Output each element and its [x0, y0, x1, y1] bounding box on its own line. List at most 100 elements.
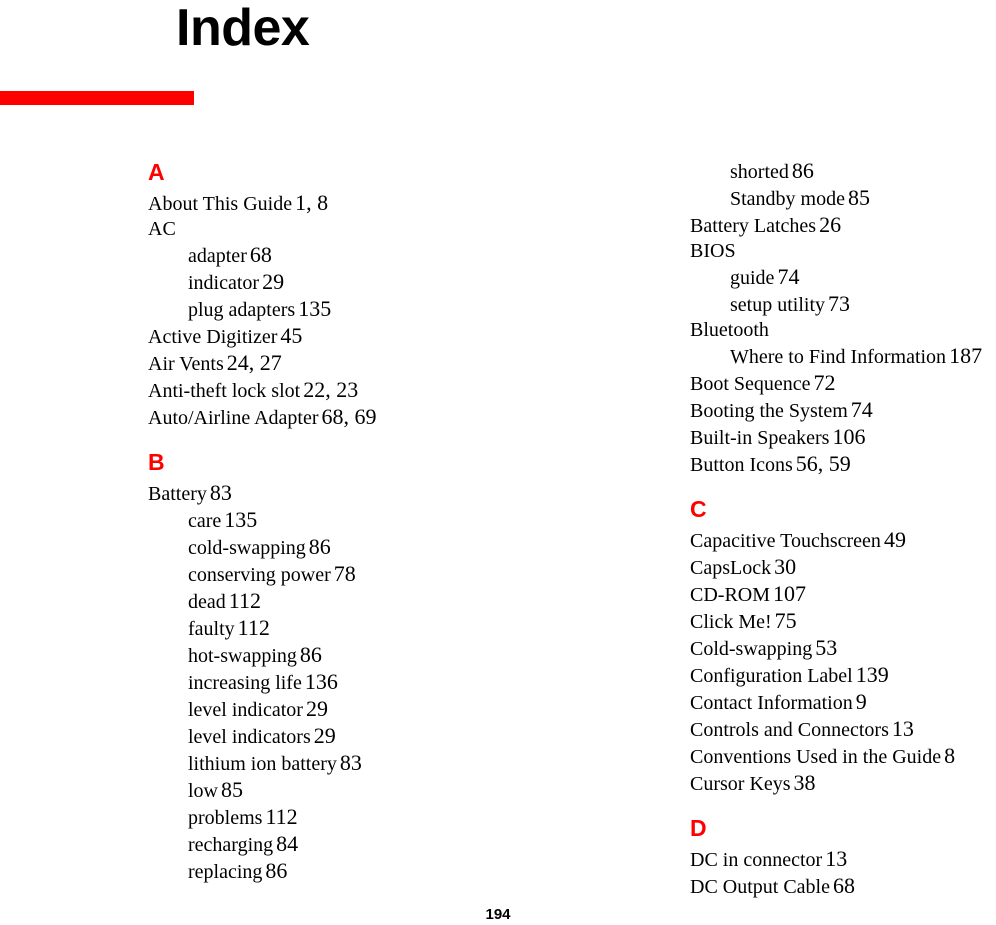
index-entry[interactable]: Contact Information 9 [690, 689, 996, 716]
index-entry[interactable]: Cold-swapping 53 [690, 635, 996, 662]
index-subentry[interactable]: low 85 [148, 777, 568, 804]
index-entry[interactable]: Anti-theft lock slot 22, 23 [148, 377, 568, 404]
index-subentry[interactable]: Standby mode 85 [690, 185, 996, 212]
index-entry-term: Battery [148, 483, 207, 505]
index-entry-term: level indicators [188, 726, 311, 748]
index-section: C Capacitive Touchscreen 49 CapsLock 30 CD-RO… [690, 495, 996, 797]
index-subentry[interactable]: adapter 68 [148, 242, 568, 269]
index-entry-pages[interactable]: 29 [306, 696, 328, 721]
index-entry-term: indicator [188, 272, 260, 294]
index-entry-pages[interactable]: 107 [773, 581, 806, 606]
index-entry-pages[interactable]: 30 [774, 554, 796, 579]
index-entry-pages[interactable]: 13 [892, 716, 914, 741]
index-entry-pages[interactable]: 85 [848, 185, 870, 210]
index-entry[interactable]: About This Guide 1, 8 [148, 190, 568, 217]
index-subentry[interactable]: level indicators 29 [148, 723, 568, 750]
index-entry-pages[interactable]: 86 [792, 158, 814, 183]
index-subentry[interactable]: shorted 86 [690, 158, 996, 185]
index-entry-pages[interactable]: 73 [828, 291, 850, 316]
index-entry-pages[interactable]: 29 [262, 269, 284, 294]
index-subentry[interactable]: plug adapters 135 [148, 296, 568, 323]
index-entry[interactable]: DC in connector 13 [690, 846, 996, 873]
index-subentry[interactable]: lithium ion battery 83 [148, 750, 568, 777]
index-entry-pages[interactable]: 139 [856, 662, 889, 687]
index-entry-pages[interactable]: 78 [334, 561, 356, 586]
index-entry-pages[interactable]: 38 [794, 770, 816, 795]
index-entry-pages[interactable]: 13 [825, 846, 847, 871]
index-entry[interactable]: Battery Latches 26 [690, 212, 996, 239]
index-entry-pages[interactable]: 86 [265, 858, 287, 883]
index-entry[interactable]: Cursor Keys 38 [690, 770, 996, 797]
index-entry-pages[interactable]: 84 [276, 831, 298, 856]
index-entry-pages[interactable]: 112 [265, 804, 297, 829]
page-title: Index [176, 0, 310, 57]
index-entry[interactable]: Battery 83 [148, 480, 568, 507]
index-subentry[interactable]: dead 112 [148, 588, 568, 615]
index-subentry[interactable]: conserving power 78 [148, 561, 568, 588]
index-entry-pages[interactable]: 135 [224, 507, 257, 532]
index-subentry[interactable]: recharging 84 [148, 831, 568, 858]
index-entry-pages[interactable]: 72 [814, 370, 836, 395]
index-subentry[interactable]: faulty 112 [148, 615, 568, 642]
index-entry-pages[interactable]: 56, 59 [796, 451, 851, 476]
index-subentry[interactable]: care 135 [148, 507, 568, 534]
index-entry-pages[interactable]: 86 [300, 642, 322, 667]
index-subentry[interactable]: level indicator 29 [148, 696, 568, 723]
index-entry[interactable]: CD-ROM 107 [690, 581, 996, 608]
index-entry[interactable]: Booting the System 74 [690, 397, 996, 424]
index-entry-pages[interactable]: 68 [833, 873, 855, 898]
index-entry-pages[interactable]: 187 [949, 343, 982, 368]
index-entry[interactable]: AC [148, 217, 568, 242]
index-entry-pages[interactable]: 68, 69 [322, 404, 377, 429]
index-subentry[interactable]: hot-swapping 86 [148, 642, 568, 669]
index-entry[interactable]: Air Vents 24, 27 [148, 350, 568, 377]
index-entry-pages[interactable]: 74 [851, 397, 873, 422]
index-entry[interactable]: Click Me! 75 [690, 608, 996, 635]
index-subentry[interactable]: increasing life 136 [148, 669, 568, 696]
index-entry-pages[interactable]: 45 [280, 323, 302, 348]
index-entry-pages[interactable]: 22, 23 [303, 377, 358, 402]
index-entry[interactable]: Built-in Speakers 106 [690, 424, 996, 451]
index-entry-pages[interactable]: 1, 8 [295, 190, 328, 215]
index-entry[interactable]: Active Digitizer 45 [148, 323, 568, 350]
index-entry-pages[interactable]: 49 [884, 527, 906, 552]
index-subentry[interactable]: guide 74 [690, 264, 996, 291]
index-entry[interactable]: Boot Sequence 72 [690, 370, 996, 397]
index-entry-pages[interactable]: 75 [775, 608, 797, 633]
index-entry-pages[interactable]: 83 [210, 480, 232, 505]
index-subentry[interactable]: Where to Find Information 187 [690, 343, 996, 370]
index-entry[interactable]: Bluetooth [690, 318, 996, 343]
index-entry[interactable]: Controls and Connectors 13 [690, 716, 996, 743]
index-entry-pages[interactable]: 86 [309, 534, 331, 559]
index-entry-pages[interactable]: 83 [340, 750, 362, 775]
index-subentry[interactable]: indicator 29 [148, 269, 568, 296]
index-entry[interactable]: BIOS [690, 239, 996, 264]
index-subentry[interactable]: replacing 86 [148, 858, 568, 885]
index-entry-pages[interactable]: 112 [229, 588, 261, 613]
index-subentry[interactable]: setup utility 73 [690, 291, 996, 318]
index-entry-pages[interactable]: 136 [305, 669, 338, 694]
index-entry[interactable]: Button Icons 56, 59 [690, 451, 996, 478]
index-entry[interactable]: Capacitive Touchscreen 49 [690, 527, 996, 554]
index-entry-pages[interactable]: 24, 27 [227, 350, 282, 375]
index-entry[interactable]: Conventions Used in the Guide 8 [690, 743, 996, 770]
index-subentry[interactable]: cold-swapping 86 [148, 534, 568, 561]
index-entry-pages[interactable]: 74 [777, 264, 799, 289]
index-entry[interactable]: Configuration Label 139 [690, 662, 996, 689]
index-entry-pages[interactable]: 85 [221, 777, 243, 802]
index-entry-pages[interactable]: 106 [832, 424, 865, 449]
index-entry[interactable]: Auto/Airline Adapter 68, 69 [148, 404, 568, 431]
index-entry-pages[interactable]: 135 [298, 296, 331, 321]
index-entry-pages[interactable]: 9 [856, 689, 867, 714]
index-subentry[interactable]: problems 112 [148, 804, 568, 831]
index-entry[interactable]: CapsLock 30 [690, 554, 996, 581]
index-entry-pages[interactable]: 112 [238, 615, 270, 640]
index-entry[interactable]: DC Output Cable 68 [690, 873, 996, 900]
index-entry-pages[interactable]: 26 [819, 212, 841, 237]
index-entry-pages[interactable]: 29 [314, 723, 336, 748]
index-entry-term: replacing [188, 861, 263, 883]
index-entry-pages[interactable]: 53 [815, 635, 837, 660]
index-entry-term: Cursor Keys [690, 773, 791, 795]
index-entry-pages[interactable]: 68 [250, 242, 272, 267]
index-entry-pages[interactable]: 8 [944, 743, 955, 768]
